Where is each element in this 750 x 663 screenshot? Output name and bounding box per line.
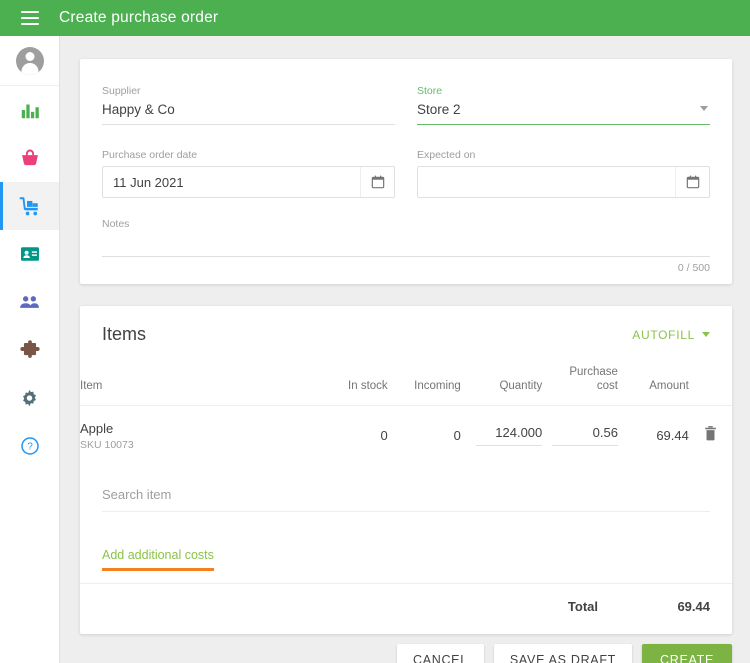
sidebar-item-help[interactable]: ? bbox=[0, 422, 59, 470]
help-circle-icon: ? bbox=[20, 436, 40, 456]
bar-chart-icon bbox=[19, 99, 41, 121]
user-avatar-icon bbox=[15, 46, 44, 75]
total-bar: Total 69.44 bbox=[80, 583, 732, 629]
items-header: Items AUTOFILL bbox=[80, 306, 732, 345]
search-item-cell bbox=[80, 465, 732, 526]
purchase-cost-input[interactable] bbox=[551, 425, 618, 447]
items-title: Items bbox=[102, 324, 147, 344]
id-card-icon bbox=[19, 243, 41, 265]
sidebar-item-catalog[interactable] bbox=[0, 230, 59, 278]
column-header-actions bbox=[689, 365, 732, 405]
store-input[interactable] bbox=[417, 102, 710, 125]
form-grid: Supplier Purchase order date bbox=[80, 59, 732, 222]
expected-on-label: Expected on bbox=[417, 149, 476, 161]
sidebar-item-customers[interactable] bbox=[0, 278, 59, 326]
po-date-label: Purchase order date bbox=[102, 149, 198, 161]
notes-input[interactable] bbox=[102, 230, 710, 257]
save-as-draft-button[interactable]: SAVE AS DRAFT bbox=[493, 644, 633, 663]
page-title: Create purchase order bbox=[59, 9, 219, 26]
table-row: Apple SKU 10073 0 0 69.44 bbox=[80, 405, 732, 465]
top-app-bar: Create purchase order bbox=[0, 0, 750, 36]
total-value: 69.44 bbox=[677, 599, 710, 615]
content-area: Supplier Purchase order date bbox=[60, 36, 750, 663]
hamburger-icon[interactable] bbox=[21, 11, 39, 25]
chevron-down-icon bbox=[702, 332, 710, 337]
item-sku: SKU 10073 bbox=[80, 439, 134, 452]
total-label: Total bbox=[567, 599, 598, 615]
purchase-order-form-card: Supplier Purchase order date bbox=[80, 59, 732, 284]
people-icon bbox=[18, 291, 41, 314]
column-header-amount: Amount bbox=[649, 380, 689, 393]
items-card: Items AUTOFILL Item In stock Incoming Qu… bbox=[80, 306, 732, 634]
form-actions: CANCEL SAVE AS DRAFT CREATE bbox=[396, 644, 732, 663]
sidebar-item-addons[interactable] bbox=[0, 326, 59, 374]
items-table-body: Apple SKU 10073 0 0 69.44 bbox=[80, 405, 732, 526]
expected-on-box bbox=[417, 166, 710, 198]
expected-on-field: Expected on bbox=[417, 149, 710, 198]
sidebar-item-reports[interactable] bbox=[0, 86, 59, 134]
notes-field: Notes 0 / 500 bbox=[80, 218, 732, 274]
item-name: Apple bbox=[80, 420, 114, 436]
form-column-right: Store Expected on bbox=[417, 85, 710, 222]
notes-counter: 0 / 500 bbox=[677, 262, 710, 274]
items-table: Item In stock Incoming Quantity Purchase… bbox=[80, 365, 732, 526]
chevron-down-icon[interactable] bbox=[700, 106, 708, 111]
supplier-input[interactable] bbox=[102, 102, 395, 125]
sidebar-item-settings[interactable] bbox=[0, 374, 59, 422]
purchase-cost-line-1: Purchase bbox=[569, 366, 618, 378]
cell-delete bbox=[689, 405, 732, 465]
calendar-icon[interactable] bbox=[675, 167, 709, 197]
cell-item: Apple SKU 10073 bbox=[80, 405, 323, 465]
gear-icon bbox=[19, 388, 40, 409]
column-header-purchase-cost: Purchase cost bbox=[542, 365, 618, 405]
svg-text:?: ? bbox=[27, 442, 33, 453]
po-date-input[interactable] bbox=[103, 174, 360, 190]
po-date-box bbox=[102, 166, 395, 198]
cell-in-stock: 0 bbox=[380, 428, 388, 444]
form-column-left: Supplier Purchase order date bbox=[102, 85, 395, 222]
search-item-input[interactable] bbox=[102, 479, 710, 513]
supplier-field: Supplier bbox=[102, 85, 395, 125]
delivery-cart-icon bbox=[18, 195, 41, 218]
sidebar-avatar[interactable] bbox=[0, 36, 59, 86]
search-item-row bbox=[80, 465, 732, 526]
quantity-input[interactable] bbox=[476, 425, 543, 447]
cell-incoming: 0 bbox=[453, 428, 461, 444]
add-additional-costs-link[interactable]: Add additional costs bbox=[102, 548, 214, 572]
create-button[interactable]: CREATE bbox=[642, 644, 732, 663]
sidebar: ? bbox=[0, 36, 60, 663]
puzzle-icon bbox=[19, 339, 41, 361]
po-date-field: Purchase order date bbox=[102, 149, 395, 198]
autofill-button[interactable]: AUTOFILL bbox=[632, 328, 710, 342]
column-header-incoming: Incoming bbox=[414, 380, 461, 393]
trash-icon[interactable] bbox=[703, 425, 718, 447]
supplier-label: Supplier bbox=[102, 85, 141, 97]
store-field: Store bbox=[417, 85, 710, 125]
calendar-icon[interactable] bbox=[360, 167, 394, 197]
column-header-in-stock: In stock bbox=[348, 380, 388, 393]
sidebar-item-purchases[interactable] bbox=[0, 182, 59, 230]
column-header-quantity: Quantity bbox=[499, 380, 543, 393]
store-select-row[interactable] bbox=[417, 102, 710, 125]
column-header-item: Item bbox=[80, 380, 103, 393]
cell-purchase-cost bbox=[542, 405, 618, 465]
store-label: Store bbox=[417, 85, 443, 97]
basket-icon bbox=[19, 147, 41, 169]
purchase-cost-line-2: cost bbox=[596, 380, 618, 393]
cancel-button[interactable]: CANCEL bbox=[396, 644, 484, 663]
items-table-head: Item In stock Incoming Quantity Purchase… bbox=[80, 365, 732, 406]
cell-quantity bbox=[461, 405, 543, 465]
sidebar-item-sales[interactable] bbox=[0, 134, 59, 182]
add-additional-costs-wrap: Add additional costs bbox=[80, 526, 732, 572]
cell-amount: 69.44 bbox=[656, 428, 689, 444]
expected-on-input[interactable] bbox=[418, 174, 675, 190]
app-root: Create purchase order ? Supplier Happy &… bbox=[0, 0, 750, 663]
table-header-row: Item In stock Incoming Quantity Purchase… bbox=[80, 365, 732, 406]
autofill-label: AUTOFILL bbox=[632, 327, 695, 342]
